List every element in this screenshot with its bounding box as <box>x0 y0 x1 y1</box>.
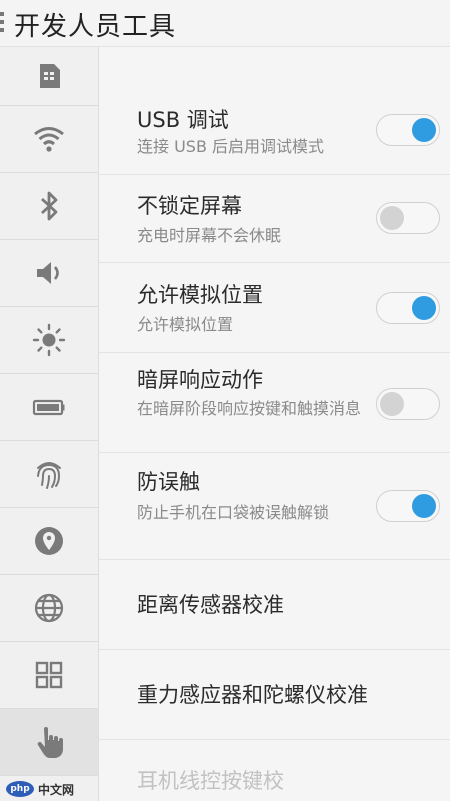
setting-title: 距离传感器校准 <box>137 593 284 617</box>
page-title: 开发人员工具 <box>14 12 177 42</box>
usb-debug-toggle[interactable] <box>376 114 440 146</box>
mock-location-toggle[interactable] <box>376 292 440 324</box>
setting-headset-keys[interactable]: 耳机线控按键校 <box>99 739 450 801</box>
setting-subtitle: 连接 USB 后启用调试模式 <box>137 137 325 156</box>
setting-title: USB 调试 <box>137 108 229 132</box>
sidebar-item-sound[interactable] <box>0 240 98 307</box>
setting-title: 暗屏响应动作 <box>137 368 263 392</box>
volume-icon <box>37 262 59 284</box>
setting-subtitle: 在暗屏阶段响应按键和触摸消息 <box>137 399 362 418</box>
setting-title: 防误触 <box>137 470 200 494</box>
sidebar-item-apps[interactable] <box>0 642 98 709</box>
setting-dark-screen-response[interactable]: 暗屏响应动作 在暗屏阶段响应按键和触摸消息 <box>99 352 450 453</box>
sim-card-icon <box>40 64 60 88</box>
setting-title: 不锁定屏幕 <box>137 194 242 218</box>
globe-icon <box>34 593 64 623</box>
battery-icon <box>32 399 65 416</box>
setting-anti-mistouch[interactable]: 防误触 防止手机在口袋被误触解锁 <box>99 452 450 560</box>
sidebar-item-display[interactable] <box>0 307 98 374</box>
keep-awake-toggle[interactable] <box>376 202 440 234</box>
sidebar: php 中文网 <box>0 47 99 801</box>
sidebar-item-fingerprint[interactable] <box>0 441 98 508</box>
sidebar-item-wifi[interactable] <box>0 106 98 173</box>
sidebar-item-language[interactable] <box>0 575 98 642</box>
sidebar-item-location[interactable] <box>0 508 98 575</box>
dark-screen-response-toggle[interactable] <box>376 388 440 420</box>
top-bar: 开发人员工具 <box>0 0 450 47</box>
setting-gyro-calibration[interactable]: 重力感应器和陀螺仪校准 <box>99 649 450 740</box>
setting-subtitle: 允许模拟位置 <box>137 315 234 334</box>
bluetooth-icon <box>41 191 58 221</box>
setting-mock-location[interactable]: 允许模拟位置 允许模拟位置 <box>99 262 450 353</box>
setting-subtitle: 充电时屏幕不会休眠 <box>137 226 282 245</box>
apps-grid-icon <box>35 661 63 689</box>
setting-title: 耳机线控按键校 <box>137 769 284 793</box>
sidebar-item-sim[interactable] <box>0 47 98 106</box>
fingerprint-icon <box>37 462 61 489</box>
wifi-icon <box>34 127 64 152</box>
setting-usb-debug[interactable]: USB 调试 连接 USB 后启用调试模式 <box>99 92 450 175</box>
setting-keep-awake[interactable]: 不锁定屏幕 充电时屏幕不会休眠 <box>99 174 450 263</box>
sidebar-item-battery[interactable] <box>0 374 98 441</box>
setting-title: 允许模拟位置 <box>137 283 263 307</box>
setting-title: 重力感应器和陀螺仪校准 <box>137 683 368 707</box>
brightness-icon <box>32 323 66 357</box>
setting-subtitle: 防止手机在口袋被误触解锁 <box>137 503 330 522</box>
location-icon <box>35 527 63 555</box>
sidebar-item-developer[interactable] <box>0 709 98 776</box>
setting-proximity-calibration[interactable]: 距离传感器校准 <box>99 559 450 650</box>
settings-list: USB 调试 连接 USB 后启用调试模式 不锁定屏幕 充电时屏幕不会休眠 允许… <box>99 47 450 801</box>
hand-pointer-icon <box>37 727 63 758</box>
watermark: php 中文网 <box>0 777 98 801</box>
sidebar-item-bluetooth[interactable] <box>0 173 98 240</box>
watermark-text: 中文网 <box>38 782 75 797</box>
anti-mistouch-toggle[interactable] <box>376 490 440 522</box>
menu-handle-icon[interactable] <box>0 12 6 36</box>
php-logo: php <box>6 781 34 797</box>
